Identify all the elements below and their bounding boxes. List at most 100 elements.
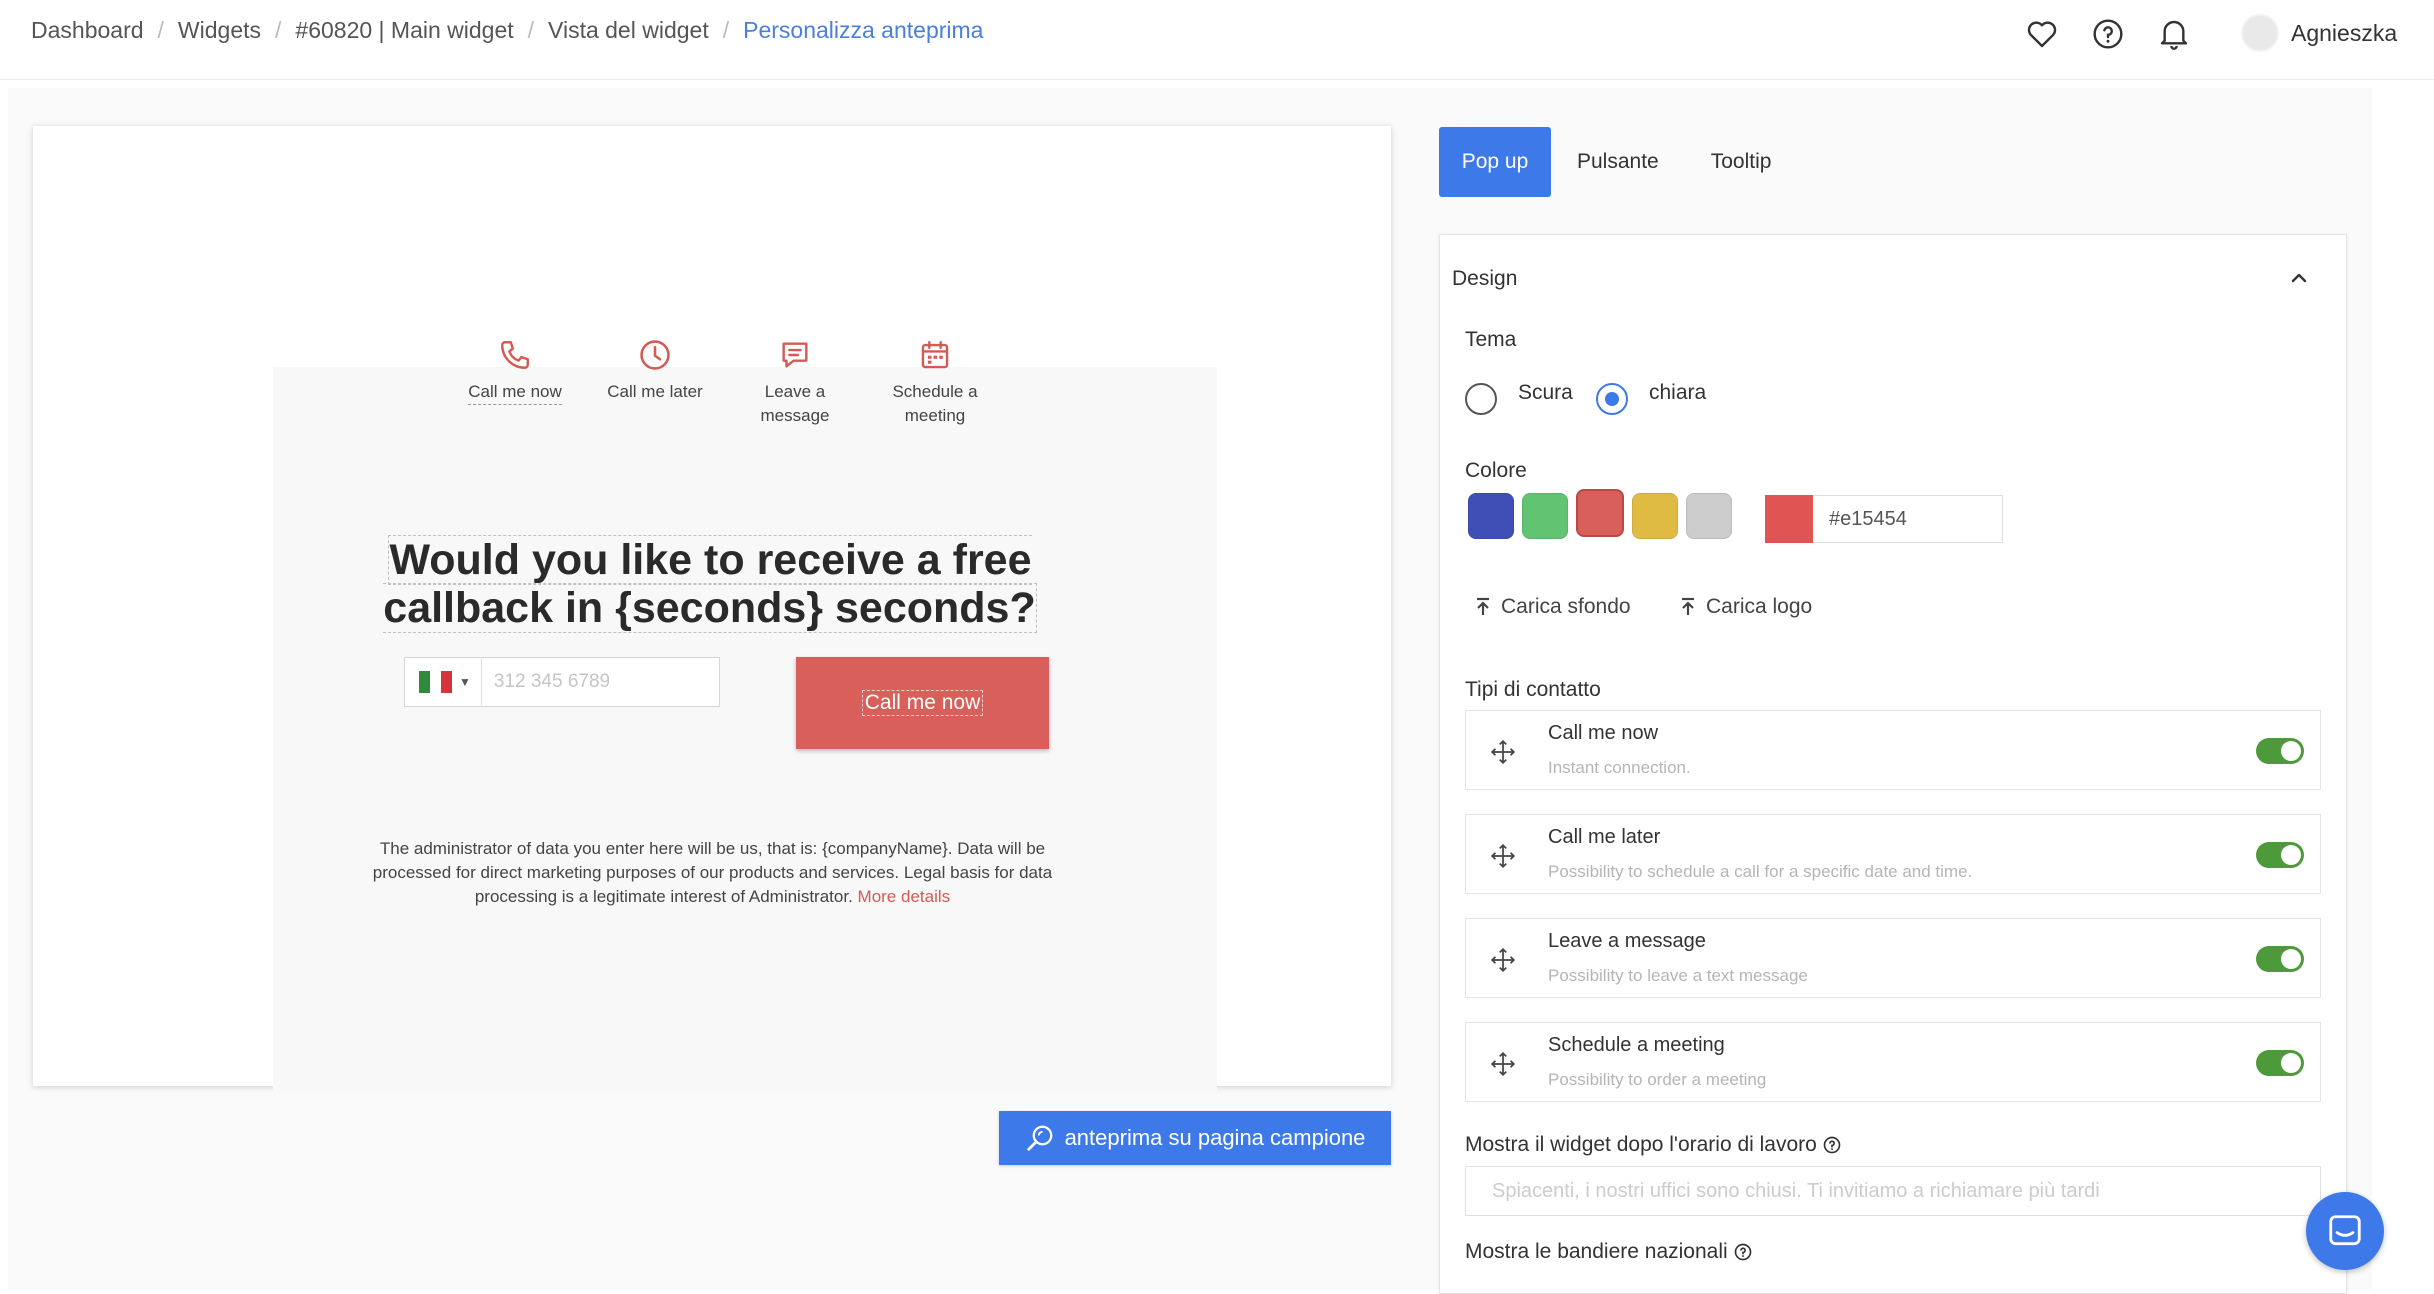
heart-icon[interactable] — [2022, 14, 2062, 54]
headline-text: Would you like to receive a free callbac… — [383, 535, 1037, 633]
contact-type-desc: Instant connection. — [1548, 758, 1691, 777]
contact-type-title: Leave a message — [1548, 930, 1706, 952]
user-menu[interactable]: Agnieszka — [2241, 14, 2397, 52]
contact-type-call-now[interactable]: Call me now — [445, 338, 585, 428]
contact-type-row-call-now: Call me now Instant connection. — [1465, 710, 2321, 790]
breadcrumb-separator: / — [722, 17, 730, 43]
header-icons — [2022, 14, 2220, 54]
chevron-down-icon[interactable]: ▼ — [459, 675, 471, 689]
calendar-icon — [921, 341, 949, 369]
preview-sample-page-button[interactable]: anteprima su pagina campione — [999, 1111, 1391, 1165]
contact-type-icons: Call me now Call me later Leave a messag… — [445, 338, 1005, 428]
contact-type-desc: Possibility to order a meeting — [1548, 1070, 1767, 1089]
contact-type-call-later[interactable]: Call me later — [585, 338, 725, 428]
color-swatch-green[interactable] — [1522, 493, 1568, 539]
contact-type-desc: Possibility to leave a text message — [1548, 966, 1808, 985]
phone-field[interactable]: ▼ — [404, 657, 720, 707]
color-swatch-red[interactable] — [1576, 489, 1624, 537]
move-icon[interactable] — [1490, 1051, 1516, 1082]
flags-label: Mostra le bandiere nazionali — [1465, 1240, 1728, 1263]
message-icon — [782, 342, 808, 368]
avatar — [2241, 14, 2279, 52]
contact-type-leave-message[interactable]: Leave a message — [725, 338, 865, 428]
after-hours-label-row: Mostra il widget dopo l'orario di lavoro — [1465, 1133, 1841, 1157]
colore-label: Colore — [1465, 459, 1527, 482]
upload-background-label: Carica sfondo — [1501, 595, 1631, 618]
upload-background-button[interactable]: Carica sfondo — [1475, 595, 1631, 619]
popup-preview — [273, 367, 1217, 1095]
flags-label-row: Mostra le bandiere nazionali — [1465, 1240, 1752, 1264]
upload-logo-button[interactable]: Carica logo — [1680, 595, 1812, 619]
search-preview-icon — [1026, 1125, 1052, 1151]
after-hours-input[interactable] — [1465, 1166, 2321, 1216]
contact-type-title: Call me later — [1548, 826, 1661, 848]
contact-type-desc: Possibility to schedule a call for a spe… — [1548, 862, 1973, 881]
color-hex-input[interactable] — [1813, 495, 2003, 543]
popup-headline: Would you like to receive a free callbac… — [360, 535, 1060, 633]
breadcrumb-widget-id[interactable]: #60820 | Main widget — [295, 17, 513, 44]
tab-pulsante[interactable]: Pulsante — [1551, 127, 1685, 197]
tab-popup[interactable]: Pop up — [1439, 127, 1551, 197]
widget-type-tabs: Pop up Pulsante Tooltip — [1439, 127, 1797, 197]
chat-icon — [2329, 1215, 2361, 1246]
move-icon[interactable] — [1490, 739, 1516, 770]
breadcrumb-separator: / — [275, 17, 282, 43]
after-hours-label: Mostra il widget dopo l'orario di lavoro — [1465, 1133, 1817, 1156]
upload-logo-label: Carica logo — [1706, 595, 1813, 618]
contact-type-label: Call me now — [468, 380, 562, 405]
clock-icon — [640, 340, 670, 370]
contact-types-label: Tipi di contatto — [1465, 678, 1601, 701]
radio-chiara[interactable] — [1596, 383, 1628, 415]
breadcrumb-widget-view[interactable]: Vista del widget — [548, 17, 709, 44]
help-icon[interactable] — [2088, 14, 2128, 54]
chat-launcher-button[interactable] — [2306, 1192, 2384, 1270]
contact-type-label: Schedule a meeting — [892, 382, 978, 425]
breadcrumb: Dashboard / Widgets / #60820 | Main widg… — [31, 17, 983, 44]
radio-chiara-label: chiara — [1649, 381, 1707, 404]
more-details-link[interactable]: More details — [858, 887, 951, 906]
contact-type-title: Schedule a meeting — [1548, 1034, 1725, 1056]
help-icon[interactable] — [1823, 1136, 1841, 1154]
bell-icon[interactable] — [2154, 14, 2194, 54]
user-name: Agnieszka — [2291, 19, 2398, 46]
chevron-up-icon[interactable] — [2290, 271, 2308, 289]
toggle-schedule-meeting[interactable] — [2256, 1050, 2304, 1076]
contact-type-row-call-later: Call me later Possibility to schedule a … — [1465, 814, 2321, 894]
breadcrumb-separator: / — [157, 17, 164, 43]
breadcrumb-widgets[interactable]: Widgets — [178, 17, 261, 44]
toggle-leave-message[interactable] — [2256, 946, 2304, 972]
contact-type-row-leave-message: Leave a message Possibility to leave a t… — [1465, 918, 2321, 998]
contact-type-schedule-meeting[interactable]: Schedule a meeting — [865, 338, 1005, 428]
move-icon[interactable] — [1490, 843, 1516, 874]
contact-type-label: Leave a message — [760, 382, 830, 425]
toggle-call-later[interactable] — [2256, 842, 2304, 868]
panel-title: Design — [1452, 267, 1518, 290]
top-bar: Dashboard / Widgets / #60820 | Main widg… — [0, 0, 2434, 80]
tab-tooltip[interactable]: Tooltip — [1685, 127, 1798, 197]
tema-label: Tema — [1465, 328, 1517, 351]
call-button-label: Call me now — [861, 690, 984, 716]
contact-type-label: Call me later — [607, 382, 703, 401]
legal-text: The administrator of data you enter here… — [372, 839, 1053, 906]
move-icon[interactable] — [1490, 947, 1516, 978]
breadcrumb-separator: / — [527, 17, 535, 43]
phone-input[interactable] — [493, 671, 694, 693]
color-swatch-gray[interactable] — [1686, 493, 1732, 539]
breadcrumb-dashboard[interactable]: Dashboard — [31, 17, 144, 44]
toggle-call-now[interactable] — [2256, 738, 2304, 764]
phone-icon — [501, 341, 529, 369]
color-swatch-yellow[interactable] — [1632, 493, 1678, 539]
upload-icon — [1682, 597, 1694, 615]
help-icon[interactable] — [1734, 1243, 1752, 1261]
color-swatches — [1468, 489, 1740, 539]
contact-type-row-schedule-meeting: Schedule a meeting Possibility to order … — [1465, 1022, 2321, 1102]
contact-type-title: Call me now — [1548, 722, 1659, 744]
radio-scura[interactable] — [1465, 383, 1497, 415]
color-preview[interactable] — [1765, 495, 1813, 543]
design-panel: Design Tema Scura chiara Colore Carica s… — [1439, 234, 2347, 1294]
color-swatch-blue[interactable] — [1468, 493, 1514, 539]
legal-notice: The administrator of data you enter here… — [350, 837, 1075, 909]
call-me-now-button[interactable]: Call me now — [796, 657, 1049, 749]
italy-flag-icon[interactable] — [419, 671, 452, 693]
phone-divider — [480, 657, 482, 707]
